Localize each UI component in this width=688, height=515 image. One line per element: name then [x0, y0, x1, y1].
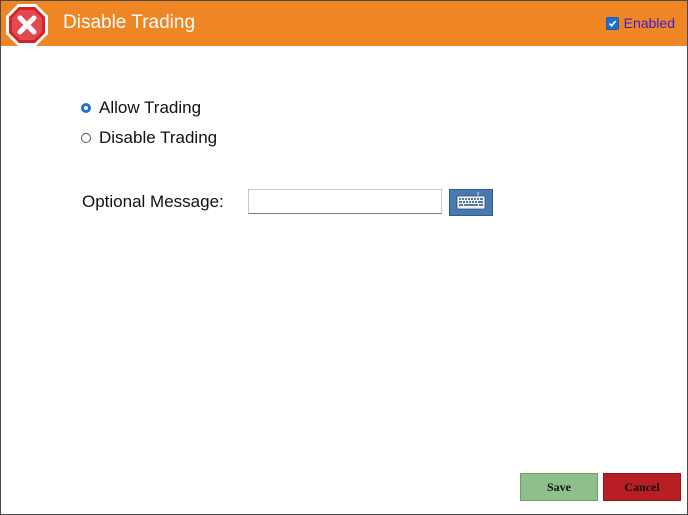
window-title: Disable Trading [63, 12, 196, 33]
title-bar: Disable Trading Enabled [1, 1, 687, 46]
disable-trading-window: Disable Trading Enabled Allow Trading Di… [0, 0, 688, 515]
cancel-button[interactable]: Cancel [603, 473, 681, 501]
enabled-label: Enabled [623, 15, 675, 31]
radio-disable-trading[interactable]: Disable Trading [81, 128, 217, 148]
save-button[interactable]: Save [520, 473, 598, 501]
radio-selected-icon [81, 103, 91, 113]
stop-x-icon [5, 3, 49, 47]
enabled-checkbox[interactable]: Enabled [605, 15, 675, 31]
checkbox-checked-icon [605, 16, 619, 30]
optional-message-label: Optional Message: [82, 192, 224, 211]
radio-label-disable-trading: Disable Trading [99, 128, 218, 147]
radio-unselected-icon [81, 133, 91, 143]
radio-allow-trading[interactable]: Allow Trading [81, 98, 201, 118]
keyboard-icon [454, 191, 488, 214]
keyboard-button[interactable] [449, 189, 493, 216]
optional-message-input[interactable] [248, 189, 442, 214]
radio-label-allow-trading: Allow Trading [99, 98, 202, 117]
